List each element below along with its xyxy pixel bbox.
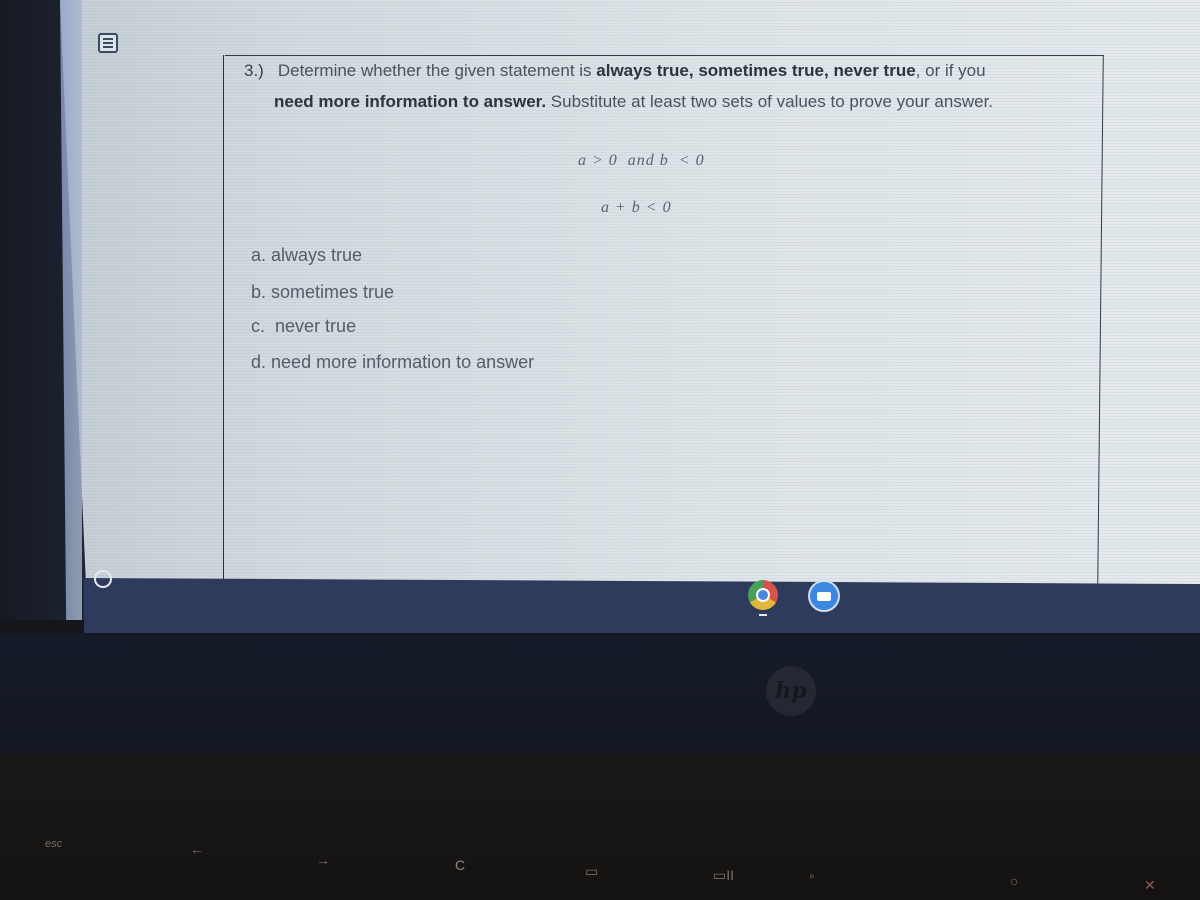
mute-key-icon[interactable]: ✕ (1144, 877, 1156, 894)
launcher-circle-icon[interactable] (94, 570, 112, 588)
choice-a[interactable]: a. always true (251, 245, 362, 266)
brightness-down-key-icon[interactable]: ∘ (808, 869, 816, 883)
question-text: 3.) Determine whether the given statement… (244, 55, 1104, 117)
emph-always-true: always true (596, 61, 689, 80)
question-instruction: Substitute at least two sets of values t… (546, 92, 994, 111)
zoom-video-icon[interactable] (808, 580, 840, 612)
choice-b[interactable]: b. sometimes true (251, 282, 394, 303)
forward-key-icon[interactable]: → (316, 852, 330, 868)
emph-sometimes-true: sometimes true (698, 61, 825, 80)
esc-key[interactable]: esc (45, 838, 62, 850)
question-number: 3.) (244, 61, 264, 80)
fullscreen-key-icon[interactable]: ▭ (585, 863, 598, 880)
choice-text: never true (275, 316, 357, 336)
choice-c[interactable]: c. never true (251, 316, 356, 337)
overview-key-icon[interactable]: ▭II (713, 867, 734, 884)
question-panel-left-border (223, 55, 224, 585)
os-shelf (84, 578, 1200, 633)
separator: , (688, 61, 699, 80)
emph-need-more-info: need more information to answer. (274, 92, 547, 111)
brightness-up-key-icon[interactable]: ○ (1010, 873, 1018, 889)
choice-text: always true (271, 245, 363, 265)
keyboard: esc ← → C ▭ ▭II ∘ ○ ✕ (0, 753, 1200, 900)
active-app-indicator (759, 614, 767, 616)
statement-claim: a + b < 0 (601, 199, 672, 216)
given-condition: a > 0 and b < 0 (578, 152, 705, 169)
chrome-icon[interactable] (748, 580, 778, 610)
choice-letter: c. (251, 316, 266, 336)
refresh-key-icon[interactable]: C (455, 857, 465, 873)
question-mid: , or if you (915, 61, 986, 80)
choice-d[interactable]: d. need more information to answer (251, 352, 534, 373)
emph-never-true: never true (833, 61, 916, 80)
laptop-bezel-bottom (0, 633, 1200, 753)
choice-text: need more information to answer (271, 352, 535, 372)
choice-text: sometimes true (271, 282, 395, 302)
choice-letter: a. (251, 245, 267, 265)
question-intro: Determine whether the given statement is (277, 61, 597, 80)
choice-letter: d. (251, 352, 267, 372)
choice-letter: b. (251, 282, 267, 302)
document-list-icon[interactable] (98, 33, 118, 53)
hp-logo: hp (766, 666, 816, 716)
back-key-icon[interactable]: ← (190, 841, 204, 857)
question-line-2: need more information to answer. Substit… (244, 86, 1104, 117)
